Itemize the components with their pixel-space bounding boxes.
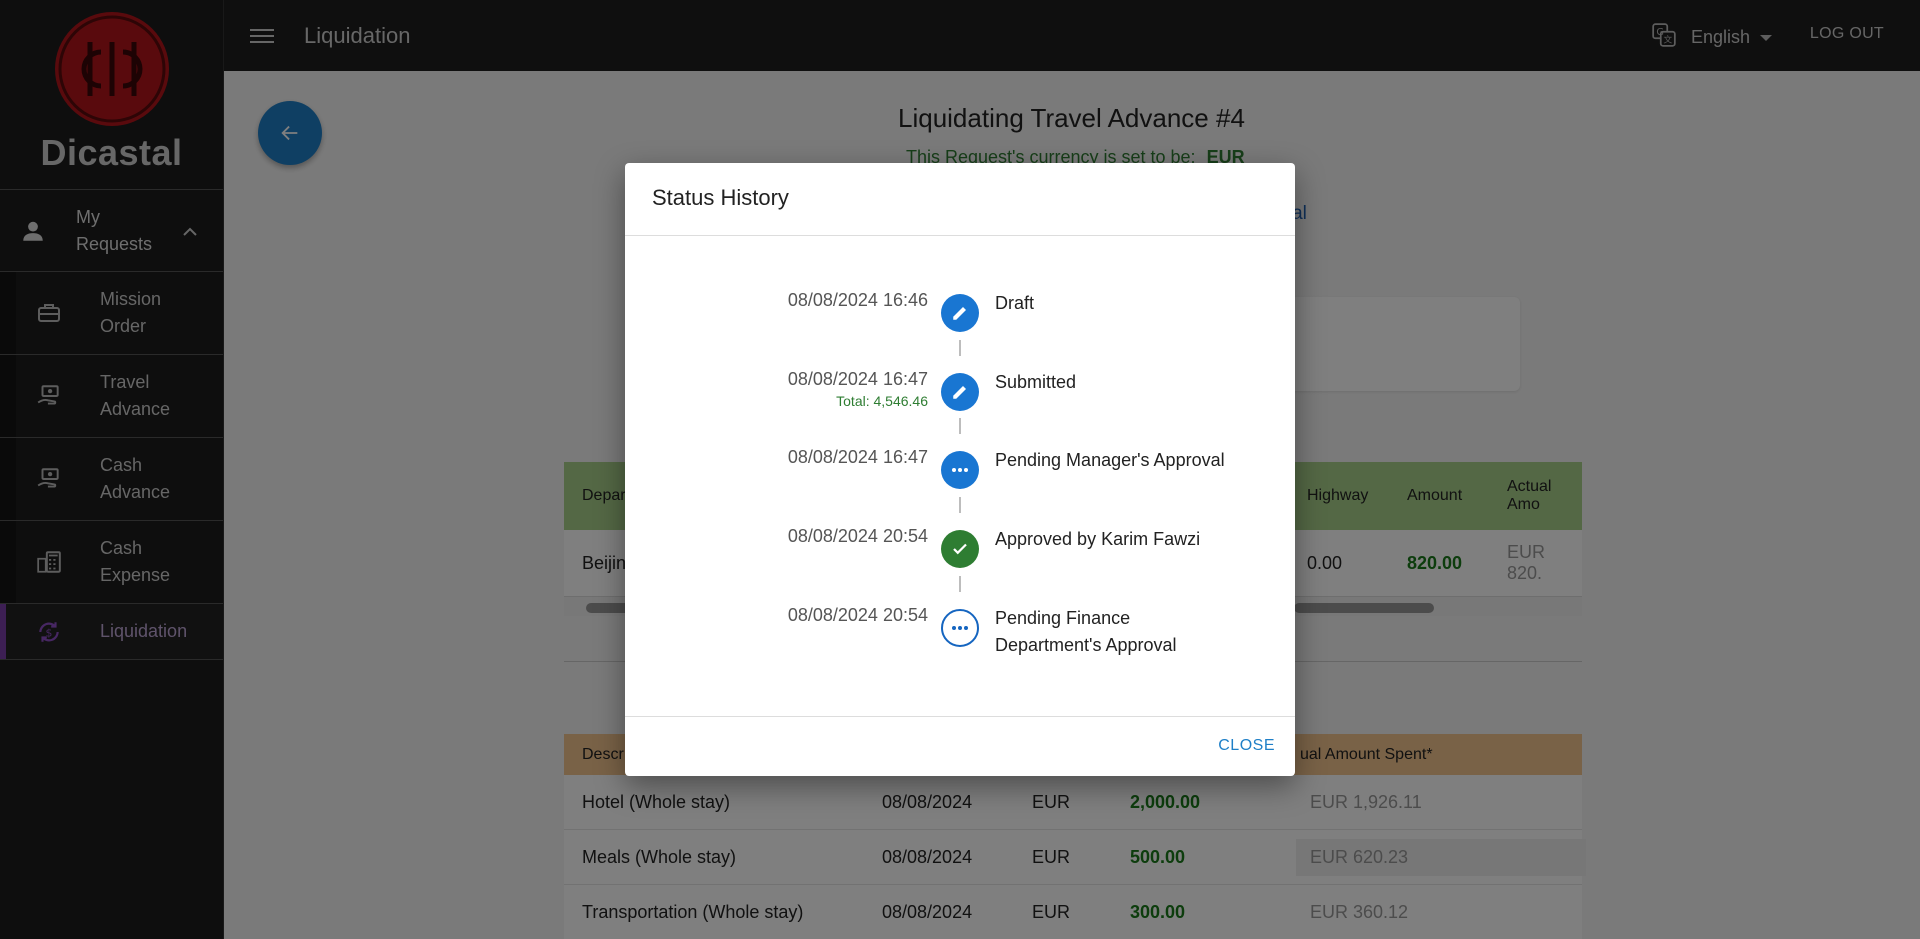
timeline-connector (959, 497, 961, 513)
timeline-label: Pending Manager's Approval (995, 450, 1225, 470)
timeline-label: Draft (995, 293, 1035, 313)
timeline-item: 08/08/2024 20:54 Pending Finance Departm… (625, 605, 1295, 665)
timeline-time: 08/08/2024 16:46 (787, 290, 928, 310)
check-icon (941, 530, 979, 568)
timeline-label: Pending Finance Department's Approval (995, 608, 1177, 655)
timeline-label: Approved by Karim Fawzi (995, 529, 1201, 549)
dialog-actions: CLOSE (625, 716, 1295, 776)
timeline-time: 08/08/2024 20:54 (787, 526, 928, 546)
timeline-connector (959, 418, 961, 434)
timeline-connector (959, 576, 961, 592)
pencil-icon (941, 373, 979, 411)
dots-icon (941, 609, 979, 647)
timeline-connector (959, 340, 961, 356)
timeline-total: Total: 4,546.46 (836, 393, 928, 409)
status-history-dialog: Status History 08/08/2024 16:46 Draft 08… (625, 163, 1295, 776)
timeline-time: 08/08/2024 20:54 (787, 605, 928, 625)
timeline-label: Submitted (995, 372, 1077, 392)
dialog-title: Status History (625, 163, 1295, 236)
pencil-icon (941, 294, 979, 332)
timeline-time: 08/08/2024 16:47 (787, 369, 928, 389)
dots-icon (941, 451, 979, 489)
status-timeline: 08/08/2024 16:46 Draft 08/08/2024 16:47 … (625, 236, 1295, 716)
timeline-time: 08/08/2024 16:47 (787, 447, 928, 467)
close-button[interactable]: CLOSE (1218, 737, 1275, 755)
